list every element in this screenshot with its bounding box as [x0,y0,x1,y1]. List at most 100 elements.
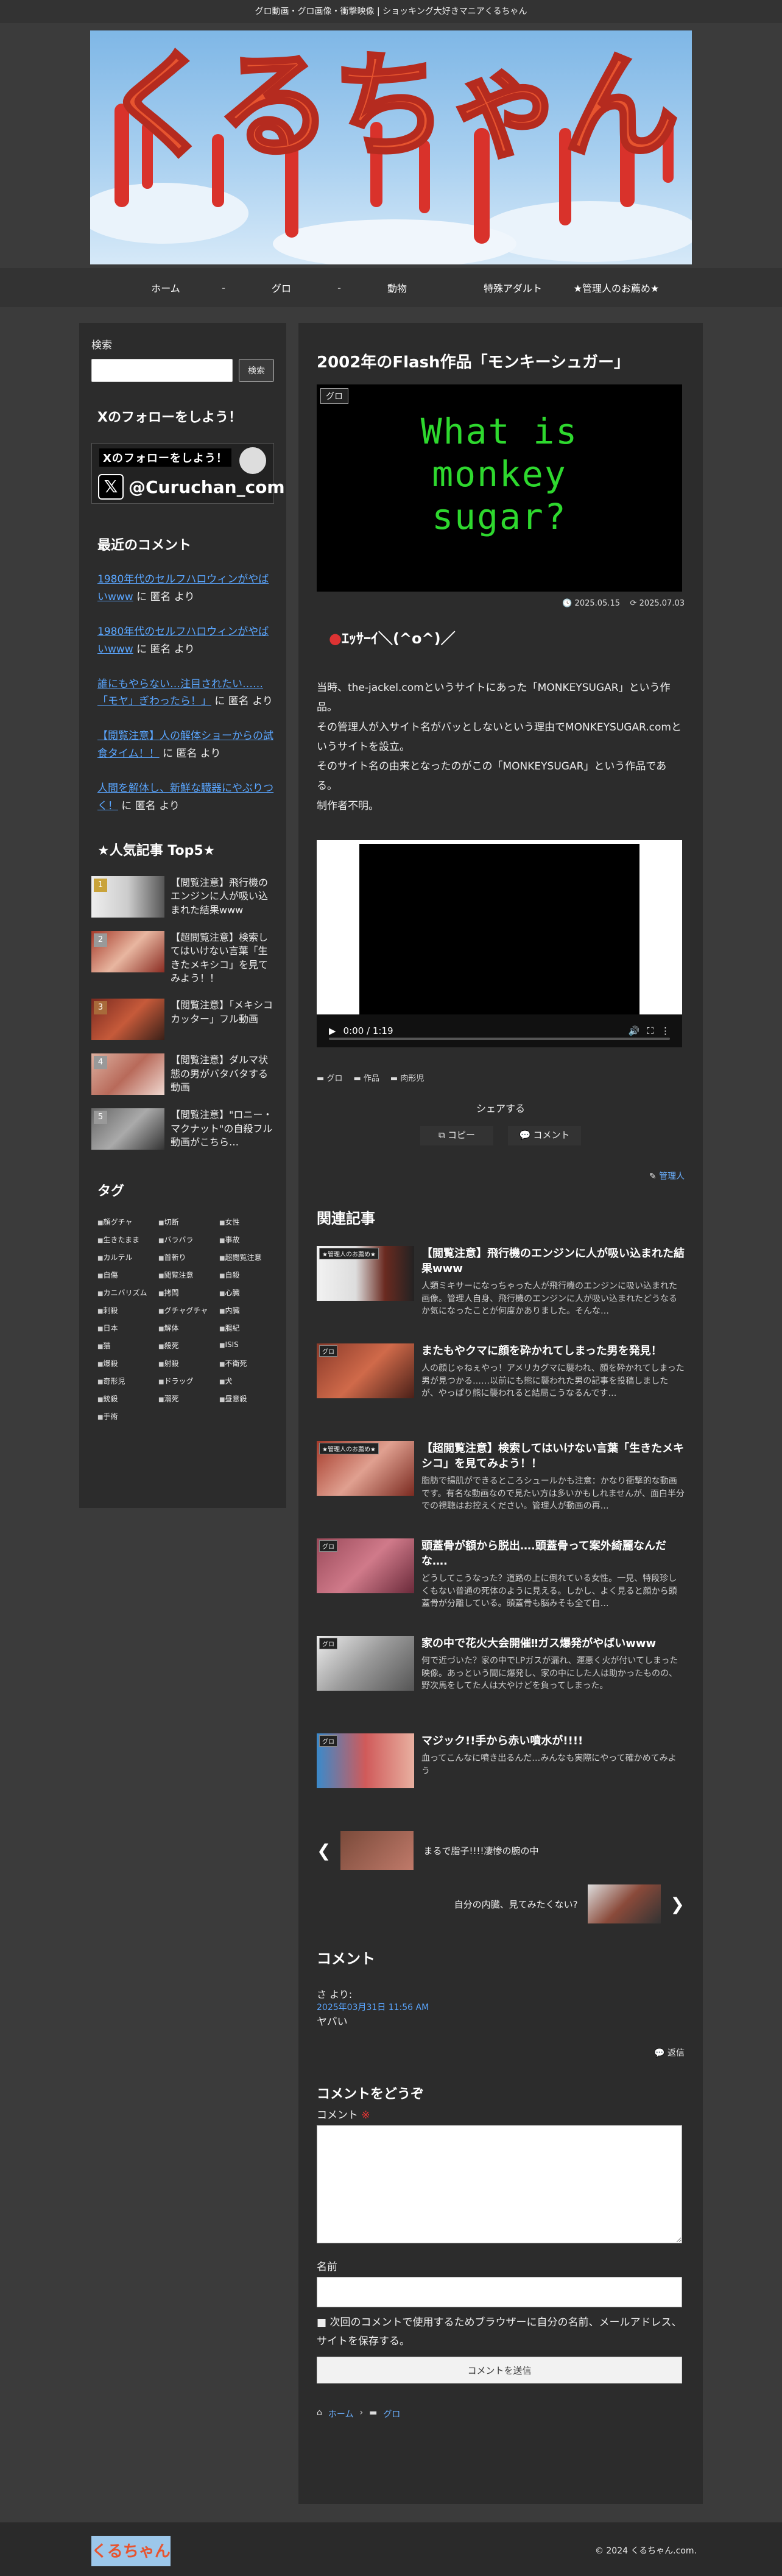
popular-item[interactable]: 3 【閲覧注意】「メキシコ カッター」フル動画 [91,999,274,1041]
play-icon[interactable]: ▶ [329,1025,336,1036]
search-button[interactable]: 検索 [239,359,274,382]
tag-link[interactable]: 溺死 [158,1393,212,1404]
tag-link[interactable]: 昼意殺 [219,1393,273,1404]
tag-link[interactable]: 心臓 [219,1287,273,1298]
video-progress-bar[interactable] [329,1038,670,1041]
nav-item-admin-picks[interactable]: ★管理人のお薦め★ [565,280,668,295]
popular-item[interactable]: 2 【超閲覧注意】検索してはいけない言葉「生きたメキシコ」を見てみよう！！ [91,930,274,986]
nav-item-home[interactable]: ホーム [114,280,217,295]
related-item-title[interactable]: またもやクマに顔を砕かれてしまった男を発見！ [421,1343,685,1359]
popular-item[interactable]: 1 【閲覧注意】飛行機のエンジンに人が吸い込まれた結果www [91,876,274,918]
tag-link[interactable]: 切断 [158,1217,212,1227]
related-item[interactable]: グロ 頭蓋骨が額から脱出….頭蓋骨って案外綺麗なんだな…. どうしてこうなった？… [317,1538,685,1608]
related-item[interactable]: グロ 家の中で花火大会開催‼︎ガス爆発がやばいwww 何で近づいた？家の中でLP… [317,1636,685,1697]
volume-icon[interactable]: 🔊 [629,1025,640,1036]
tag-link[interactable]: カルテル [97,1252,151,1262]
tag-link[interactable]: 拷問 [158,1287,212,1298]
related-item[interactable]: ★管理人のお薦め★ 【超閲覧注意】検索してはいけない言葉「生きたメキシコ」を見て… [317,1441,685,1511]
tag-link[interactable]: 超閲覧注意 [219,1252,273,1262]
popular-item[interactable]: 4 【閲覧注意】ダルマ状態の男がバタバタする動画 [91,1053,274,1095]
popular-item[interactable]: 5 【閲覧注意】"ロニー・マクナット"の自殺フル動画がこちら… [91,1108,274,1150]
tag-link[interactable]: カニバリズム [97,1287,151,1298]
category-label[interactable]: グロ [320,388,348,404]
popular-thumbnail[interactable]: 5 [91,1108,164,1150]
tag-link[interactable]: 自傷 [97,1270,151,1280]
name-input[interactable] [317,2277,682,2308]
tag-link[interactable]: 犬 [219,1376,273,1386]
popular-thumbnail[interactable]: 4 [91,1053,164,1095]
related-thumbnail[interactable]: グロ [317,1538,414,1594]
related-item-title[interactable]: 【超閲覧注意】検索してはいけない言葉「生きたメキシコ」を見てみよう！！ [421,1441,685,1471]
comment-date[interactable]: 2025年03月31日 11:56 AM [317,2001,685,2013]
related-thumbnail[interactable]: ★管理人のお薦め★ [317,1246,414,1301]
article-tag[interactable]: ▬ 肉形児 [390,1072,424,1083]
nav-item-special-adult[interactable]: 特殊アダルト [461,280,565,295]
tag-link[interactable]: 銃殺 [97,1393,151,1404]
breadcrumb-home[interactable]: ホーム [328,2408,354,2420]
related-thumbnail[interactable]: グロ [317,1636,414,1691]
tag-link[interactable]: 閲覧注意 [158,1270,212,1280]
tag-link[interactable]: ISIS [219,1340,273,1351]
related-item-title[interactable]: 家の中で花火大会開催‼︎ガス爆発がやばいwww [421,1636,685,1651]
popular-item-title[interactable]: 【閲覧注意】飛行機のエンジンに人が吸い込まれた結果www [171,876,274,917]
related-item[interactable]: グロ マジック!!手から赤い噴水が!!!! 血ってこんなに噴き出るんだ…みんなも… [317,1733,685,1794]
prev-post-thumbnail[interactable] [340,1831,414,1870]
article-tag[interactable]: ▬ グロ [317,1072,342,1083]
tag-link[interactable]: 爆殺 [97,1358,151,1368]
reply-link[interactable]: 💬 返信 [317,2047,685,2059]
popular-thumbnail[interactable]: 2 [91,930,164,972]
tag-link[interactable]: 首斬り [158,1252,212,1262]
submit-comment-button[interactable]: コメントを送信 [317,2357,682,2384]
comment-textarea[interactable] [317,2125,682,2244]
popular-thumbnail[interactable]: 1 [91,876,164,918]
tag-link[interactable]: 不衛死 [219,1358,273,1368]
related-item-title[interactable]: マジック!!手から赤い噴水が!!!! [421,1733,685,1749]
popular-item-title[interactable]: 【閲覧注意】ダルマ状態の男がバタバタする動画 [171,1053,274,1094]
tag-link[interactable]: 事故 [219,1234,273,1245]
related-item[interactable]: ★管理人のお薦め★ 【閲覧注意】飛行機のエンジンに人が吸い込まれた結果www 人… [317,1246,685,1316]
checkbox[interactable]: ■ [317,2316,326,2329]
search-input[interactable] [91,359,233,382]
tag-link[interactable]: 女性 [219,1217,273,1227]
next-post-link[interactable]: 自分の内臓、見てみたくない? ❯ [454,1884,685,1924]
x-follow-banner[interactable]: Xのフォローをしよう！ 𝕏 @Curuchan_com [91,443,285,504]
copy-button[interactable]: ⧉ コピー [420,1126,493,1146]
fullscreen-icon[interactable]: ⛶ [647,1025,653,1036]
nav-item-animals[interactable]: 動物 [345,280,449,295]
next-post-thumbnail[interactable] [587,1884,661,1924]
related-item[interactable]: グロ またもやクマに顔を砕かれてしまった男を発見！ 人の顔じゃねぇやっ！アメリカ… [317,1343,685,1404]
save-info-checkbox-row[interactable]: ■ 次回のコメントで使用するためブラウザーに自分の名前、メールアドレス、サイトを… [317,2313,685,2351]
tag-link[interactable]: ドラッグ [158,1376,212,1386]
comment-button[interactable]: 💬 コメント [508,1126,581,1146]
site-logo-banner[interactable]: くるちゃん [90,30,692,264]
nav-item-guro[interactable]: グロ [230,280,333,295]
tag-link[interactable]: 生きたまま [97,1234,151,1245]
article-tag[interactable]: ▬ 作品 [353,1072,379,1083]
related-item-title[interactable]: 頭蓋骨が額から脱出….頭蓋骨って案外綺麗なんだな…. [421,1538,685,1569]
popular-thumbnail[interactable]: 3 [91,999,164,1041]
tag-link[interactable]: バラバラ [158,1234,212,1245]
related-item-title[interactable]: 【閲覧注意】飛行機のエンジンに人が吸い込まれた結果www [421,1246,685,1276]
related-thumbnail[interactable]: グロ [317,1343,414,1399]
more-options-icon[interactable]: ⋮ [661,1025,670,1036]
footer-logo[interactable]: くるちゃん [91,2536,171,2566]
related-thumbnail[interactable]: ★管理人のお薦め★ [317,1441,414,1496]
tag-link[interactable]: 刺殺 [97,1305,151,1315]
popular-item-title[interactable]: 【超閲覧注意】検索してはいけない言葉「生きたメキシコ」を見てみよう！！ [171,931,274,986]
tag-link[interactable]: 自殺 [219,1270,273,1280]
video-player[interactable]: ▶ 0:00 / 1:19 🔊 ⛶ ⋮ [317,840,682,1048]
popular-item-title[interactable]: 【閲覧注意】"ロニー・マクナット"の自殺フル動画がこちら… [171,1108,274,1149]
prev-post-link[interactable]: ❮ まるで脂子!!!!凄惨の腕の中 [317,1831,539,1870]
tag-link[interactable]: 射殺 [158,1358,212,1368]
tag-link[interactable]: 腸紀 [219,1323,273,1333]
tag-link[interactable]: 日本 [97,1323,151,1333]
popular-item-title[interactable]: 【閲覧注意】「メキシコ カッター」フル動画 [171,999,274,1026]
tag-link[interactable]: 猫 [97,1340,151,1351]
tag-link[interactable]: 殺死 [158,1340,212,1351]
tag-link[interactable]: 手術 [97,1411,151,1421]
video-frame[interactable] [359,844,639,1043]
breadcrumb-category[interactable]: グロ [383,2408,400,2420]
tag-link[interactable]: 奇形児 [97,1376,151,1386]
tag-link[interactable]: 解体 [158,1323,212,1333]
related-thumbnail[interactable]: グロ [317,1733,414,1789]
